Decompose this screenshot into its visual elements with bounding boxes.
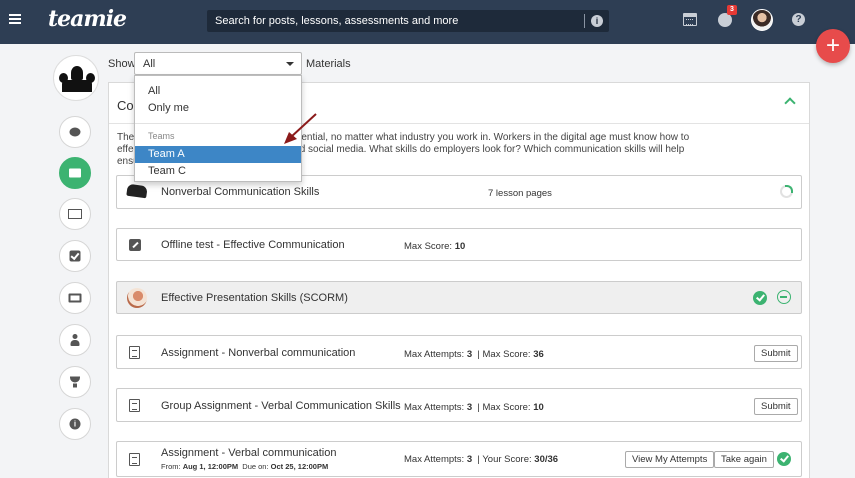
annotation-arrow-shaft [290,113,317,138]
annotation-arrow [284,113,317,144]
